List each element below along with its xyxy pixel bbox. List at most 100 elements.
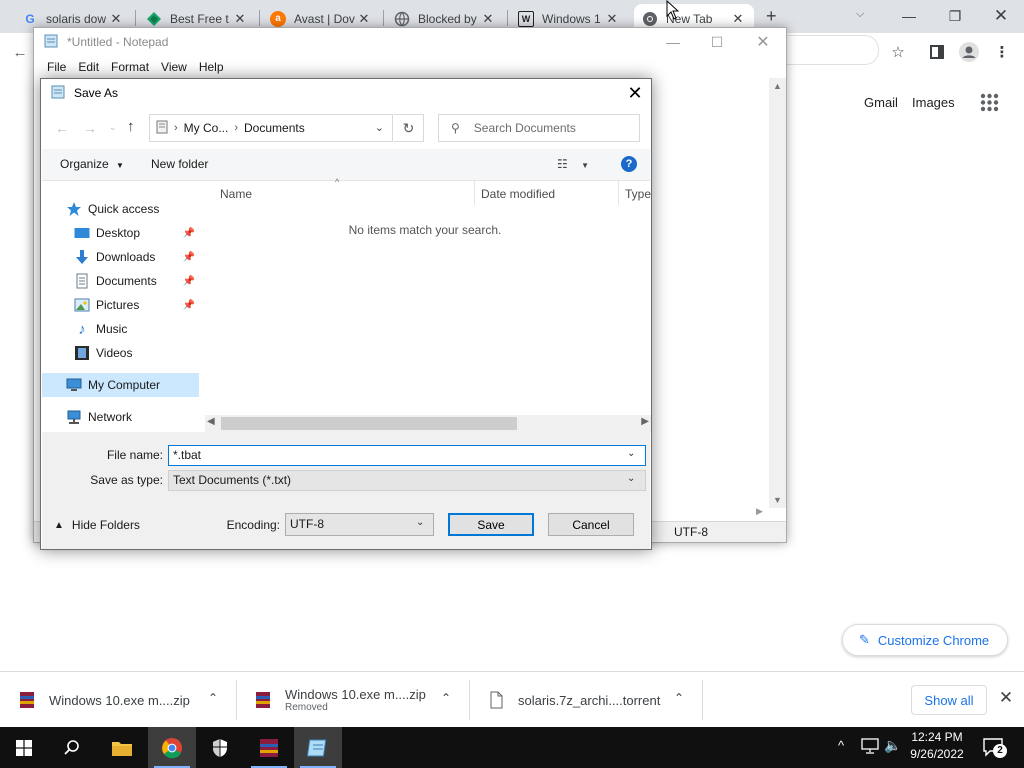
security-shield-icon[interactable]	[196, 727, 244, 768]
file-list-horizontal-scrollbar[interactable]: ◀ ▶	[205, 415, 651, 432]
save-as-type-select[interactable]: Text Documents (*.txt)	[168, 470, 646, 491]
scroll-down-icon[interactable]: ▼	[773, 495, 782, 505]
save-as-type-chevron-icon[interactable]: ⌄	[627, 473, 635, 484]
save-button[interactable]: Save	[448, 513, 534, 536]
close-shelf-icon[interactable]: ✕	[996, 688, 1016, 712]
side-panel-icon[interactable]	[923, 38, 951, 66]
new-folder-button[interactable]: New folder	[151, 157, 208, 171]
chevron-up-icon[interactable]: ⌃	[441, 691, 451, 705]
notification-center-icon[interactable]: 2	[982, 737, 1007, 760]
nav-item-music[interactable]: ♪ Music	[42, 317, 199, 341]
nav-item-documents[interactable]: Documents 📌	[42, 269, 199, 293]
customize-chrome-button[interactable]: ✎ Customize Chrome	[842, 624, 1008, 656]
winrar-taskbar-icon[interactable]	[245, 727, 293, 768]
refresh-icon[interactable]: ↻	[394, 114, 424, 142]
hscroll-right-icon[interactable]: ▶	[756, 506, 763, 517]
start-windows-icon[interactable]	[0, 727, 48, 768]
dialog-titlebar[interactable]: Save As	[41, 79, 651, 107]
notepad-close-icon[interactable]: ✕	[740, 28, 786, 56]
change-view-button[interactable]: ☷ ▼	[557, 157, 589, 171]
network-tray-icon[interactable]	[861, 738, 879, 757]
notepad-taskbar-icon[interactable]	[294, 727, 342, 768]
taskbar-clock[interactable]: 12:24 PM 9/26/2022	[905, 729, 969, 763]
hide-folders-button[interactable]: ▲ Hide Folders	[54, 518, 140, 532]
tab-close-icon[interactable]: ✕	[232, 11, 248, 27]
column-separator[interactable]	[618, 181, 619, 205]
column-separator[interactable]	[474, 181, 475, 205]
dialog-close-icon[interactable]: ✕	[619, 79, 651, 107]
notepad-maximize-icon[interactable]: ☐	[694, 28, 740, 56]
nav-item-downloads[interactable]: Downloads 📌	[42, 245, 199, 269]
breadcrumb-my-computer[interactable]: My Co...	[184, 121, 229, 135]
back-arrow-icon[interactable]: ←	[55, 120, 69, 136]
chevron-up-icon[interactable]: ⌃	[674, 691, 684, 705]
forward-arrow-icon[interactable]: →	[83, 120, 97, 136]
cancel-button[interactable]: Cancel	[548, 513, 634, 536]
search-documents-input[interactable]: ⚲ Search Documents	[438, 114, 640, 142]
encoding-select[interactable]: UTF-8	[285, 513, 434, 536]
menu-view[interactable]: View	[155, 60, 193, 74]
menu-help[interactable]: Help	[193, 60, 230, 74]
images-link[interactable]: Images	[912, 95, 955, 110]
file-explorer-icon[interactable]	[98, 727, 146, 768]
show-all-button[interactable]: Show all	[911, 685, 987, 715]
apps-grid-icon[interactable]	[980, 93, 999, 115]
tab-close-icon[interactable]: ✕	[604, 11, 620, 27]
tab-close-icon[interactable]: ✕	[730, 11, 746, 27]
profile-avatar-icon[interactable]	[955, 38, 983, 66]
volume-icon[interactable]: 🔈	[884, 737, 901, 754]
back-arrow-icon[interactable]: ←	[6, 38, 34, 66]
minimize-icon[interactable]: —	[886, 2, 932, 30]
scroll-right-icon[interactable]: ▶	[641, 416, 649, 427]
column-header-type[interactable]: Type	[625, 187, 651, 201]
menu-edit[interactable]: Edit	[72, 60, 105, 74]
menu-file[interactable]: File	[41, 60, 72, 74]
help-icon[interactable]: ?	[621, 156, 637, 172]
gmail-link[interactable]: Gmail	[864, 95, 898, 110]
pin-icon: 📌	[182, 227, 195, 239]
scroll-left-icon[interactable]: ◀	[207, 416, 215, 427]
encoding-chevron-icon[interactable]: ⌄	[416, 517, 424, 528]
bookmark-star-icon[interactable]: ☆	[884, 38, 912, 66]
wikipedia-icon: W	[518, 10, 534, 27]
new-tab-button[interactable]: +	[766, 6, 777, 27]
nav-item-pictures[interactable]: Pictures 📌	[42, 293, 199, 317]
file-name-dropdown-chevron-icon[interactable]: ⌄	[627, 448, 635, 459]
chevron-up-icon[interactable]: ⌃	[208, 691, 218, 705]
organize-button[interactable]: Organize ▼	[60, 157, 124, 171]
scrollbar-thumb[interactable]	[221, 417, 517, 430]
nav-item-my-computer[interactable]: My Computer	[42, 373, 199, 397]
column-header-name[interactable]: Name	[220, 187, 252, 201]
notepad-minimize-icon[interactable]: —	[650, 28, 696, 56]
up-arrow-icon[interactable]: ↑	[127, 118, 135, 135]
download-item[interactable]: Windows 10.exe m....zip Removed ⌃	[236, 672, 469, 728]
file-name-input[interactable]: *.tbat	[168, 445, 646, 466]
nav-item-videos[interactable]: Videos	[42, 341, 199, 365]
chrome-taskbar-icon[interactable]	[148, 727, 196, 768]
nav-item-quick-access[interactable]: Quick access	[42, 197, 199, 221]
scroll-up-icon[interactable]: ▲	[773, 81, 782, 91]
tab-close-icon[interactable]: ✕	[480, 11, 496, 27]
kebab-menu-icon[interactable]: ⋮	[988, 38, 1016, 66]
nav-item-network[interactable]: Network	[42, 405, 199, 429]
restore-icon[interactable]: ❐	[932, 2, 978, 30]
search-icon[interactable]	[48, 727, 96, 768]
tab-search-chevron-icon[interactable]: ⌵	[856, 8, 864, 21]
address-bar[interactable]: › My Co... › Documents ⌄	[149, 114, 393, 142]
nav-item-desktop[interactable]: Desktop 📌	[42, 221, 199, 245]
download-item[interactable]: Windows 10.exe m....zip ⌃	[0, 672, 236, 728]
tab-close-icon[interactable]: ✕	[356, 11, 372, 27]
recent-locations-chevron-icon[interactable]: ⌄	[109, 122, 117, 133]
address-bar-end[interactable]	[787, 35, 879, 65]
column-header-date-modified[interactable]: Date modified	[481, 187, 555, 201]
notepad-vertical-scrollbar[interactable]: ▲ ▼	[769, 78, 786, 508]
download-item[interactable]: solaris.7z_archi....torrent ⌃	[469, 672, 702, 728]
tab-close-icon[interactable]: ✕	[108, 11, 124, 27]
menu-format[interactable]: Format	[105, 60, 155, 74]
close-icon[interactable]: ✕	[978, 2, 1024, 30]
breadcrumb-documents[interactable]: Documents	[244, 121, 305, 135]
address-dropdown-chevron-icon[interactable]: ⌄	[375, 121, 384, 134]
file-name-label: File name:	[106, 448, 163, 462]
download-shelf: Windows 10.exe m....zip ⌃ Windows 10.exe…	[0, 671, 1024, 727]
tray-chevron-up-icon[interactable]: ^	[838, 738, 844, 753]
